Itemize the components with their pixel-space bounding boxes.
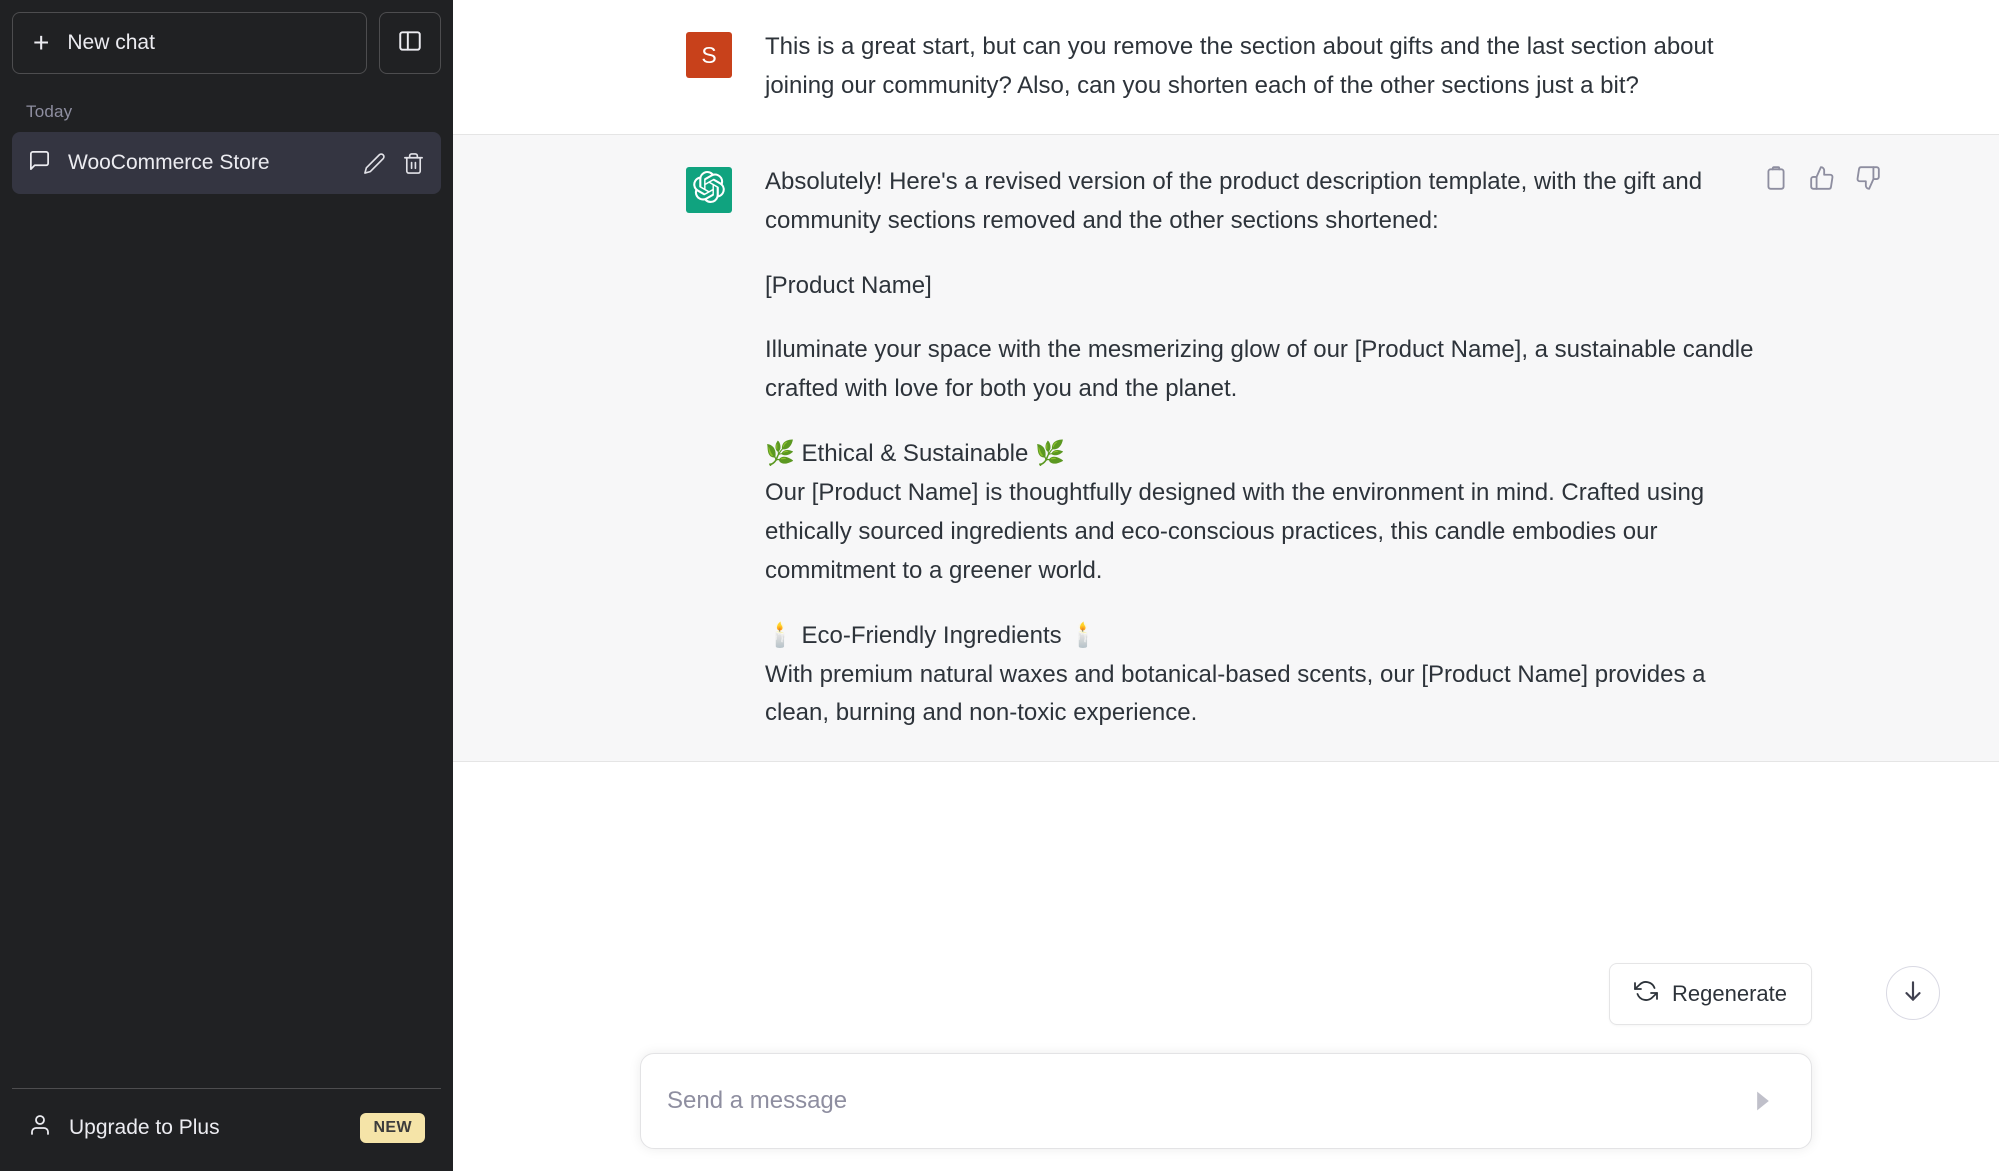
scroll-to-bottom-button[interactable] xyxy=(1886,966,1940,1020)
thumbs-up-icon[interactable] xyxy=(1809,165,1835,191)
message-paragraph-illuminate: Illuminate your space with the mesmerizi… xyxy=(765,336,1754,403)
message-paragraph-eco-body: With premium natural waxes and botanical… xyxy=(765,660,1706,727)
message-inner: S This is a great start, but can you rem… xyxy=(686,0,1766,134)
sidebar-toggle-icon xyxy=(397,28,423,59)
sidebar-toggle-button[interactable] xyxy=(379,12,441,74)
chatgpt-app: + New chat Today WooCommerce Store Upgra… xyxy=(0,0,1999,1171)
chat-bubble-icon xyxy=(28,149,51,178)
sidebar-item-woocommerce-store[interactable]: WooCommerce Store xyxy=(12,132,441,194)
main-content: S This is a great start, but can you rem… xyxy=(453,0,1999,1171)
avatar: S xyxy=(686,32,732,78)
new-chat-label: New chat xyxy=(67,31,155,54)
sidebar-header: + New chat xyxy=(12,12,441,74)
composer-area: Regenerate xyxy=(453,963,1999,1171)
message-body: Absolutely! Here's a revised version of … xyxy=(765,163,1766,734)
upgrade-label: Upgrade to Plus xyxy=(69,1116,220,1139)
plus-icon: + xyxy=(33,27,50,58)
new-chat-button[interactable]: + New chat xyxy=(12,12,367,74)
message-body: This is a great start, but can you remov… xyxy=(765,28,1766,106)
copy-icon[interactable] xyxy=(1763,165,1789,191)
message-heading-ethical: 🌿 Ethical & Sustainable 🌿 xyxy=(765,440,1065,468)
message-heading-eco-friendly: 🕯️ Eco-Friendly Ingredients 🕯️ xyxy=(765,621,1099,649)
sidebar-section-label: Today xyxy=(26,102,73,121)
upgrade-to-plus-button[interactable]: Upgrade to Plus NEW xyxy=(12,1097,441,1159)
message-assistant: Absolutely! Here's a revised version of … xyxy=(453,133,1999,763)
message-user: S This is a great start, but can you rem… xyxy=(453,0,1999,134)
chat-item-actions xyxy=(363,152,425,175)
regenerate-button[interactable]: Regenerate xyxy=(1609,963,1812,1025)
regenerate-row: Regenerate xyxy=(640,963,1940,1025)
avatar-initial: S xyxy=(701,41,717,68)
thumbs-down-icon[interactable] xyxy=(1855,165,1881,191)
message-input[interactable] xyxy=(667,1057,1741,1145)
composer[interactable] xyxy=(640,1053,1812,1149)
sidebar-footer: Upgrade to Plus NEW xyxy=(12,1088,441,1159)
message-paragraph-ethical-body: Our [Product Name] is thoughtfully desig… xyxy=(765,479,1705,584)
new-badge: NEW xyxy=(360,1113,425,1143)
message-paragraph-intro: Absolutely! Here's a revised version of … xyxy=(765,167,1703,234)
pencil-icon[interactable] xyxy=(363,152,386,175)
refresh-icon xyxy=(1634,979,1658,1009)
message-paragraph-product-name: [Product Name] xyxy=(765,271,932,299)
trash-icon[interactable] xyxy=(402,152,425,175)
regenerate-label: Regenerate xyxy=(1672,981,1787,1006)
message-paragraph: This is a great start, but can you remov… xyxy=(765,33,1714,99)
chat-item-title: WooCommerce Store xyxy=(68,151,270,174)
send-arrow-icon[interactable] xyxy=(1741,1079,1785,1123)
avatar xyxy=(686,166,732,213)
arrow-down-icon xyxy=(1900,978,1926,1009)
openai-logo-icon xyxy=(693,170,725,209)
sidebar: + New chat Today WooCommerce Store Upgra… xyxy=(0,0,453,1171)
person-icon xyxy=(28,1113,52,1143)
message-inner: Absolutely! Here's a revised version of … xyxy=(686,135,1880,762)
message-actions xyxy=(1763,165,1881,191)
